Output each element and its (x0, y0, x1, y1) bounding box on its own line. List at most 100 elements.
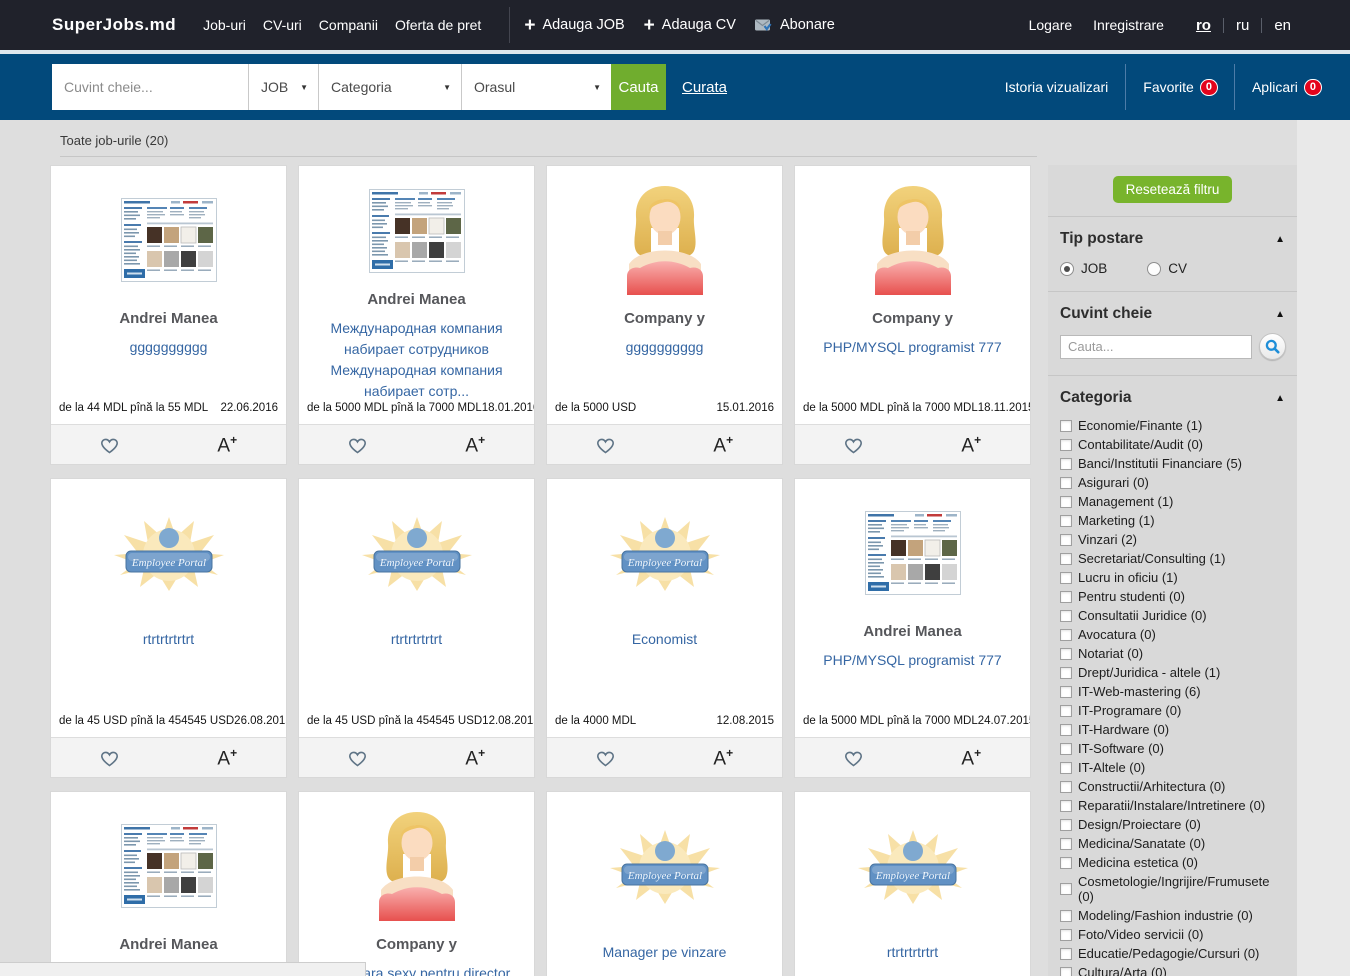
lang-en[interactable]: en (1273, 15, 1292, 36)
category-filter-item[interactable]: Cultura/Arta (0) (1060, 965, 1285, 976)
category-filter-item[interactable]: Modeling/Fashion industrie (0) (1060, 908, 1285, 923)
category-filter-item[interactable]: Marketing (1) (1060, 513, 1285, 528)
card-thumbnail[interactable] (299, 800, 534, 932)
favorite-button[interactable] (795, 738, 913, 777)
favorite-button[interactable] (299, 738, 417, 777)
checkbox-icon[interactable] (1060, 929, 1072, 941)
checkbox-icon[interactable] (1060, 743, 1072, 755)
checkbox-icon[interactable] (1060, 838, 1072, 850)
applications-link[interactable]: Aplicari 0 (1235, 79, 1338, 95)
category-filter-item[interactable]: Secretariat/Consulting (1) (1060, 551, 1285, 566)
favorites-link[interactable]: Favorite 0 (1126, 79, 1234, 95)
apply-button[interactable]: A+ (417, 425, 535, 464)
category-filter-item[interactable]: Cosmetologie/Ingrijire/Frumusete (0) (1060, 874, 1285, 904)
card-title-link[interactable]: Manager pe vinzare (547, 942, 782, 963)
category-filter-item[interactable]: IT-Hardware (0) (1060, 722, 1285, 737)
register-link[interactable]: Inregistrare (1093, 17, 1164, 33)
checkbox-icon[interactable] (1060, 572, 1072, 584)
checkbox-icon[interactable] (1060, 705, 1072, 717)
type-select[interactable]: JOB ▼ (248, 64, 318, 110)
favorite-button[interactable] (51, 425, 169, 464)
category-filter-item[interactable]: Economie/Finante (1) (1060, 418, 1285, 433)
apply-button[interactable]: A+ (169, 425, 287, 464)
checkbox-icon[interactable] (1060, 724, 1072, 736)
checkbox-icon[interactable] (1060, 910, 1072, 922)
category-filter-item[interactable]: Consultatii Juridice (0) (1060, 608, 1285, 623)
sidebar-search-input[interactable] (1060, 335, 1252, 359)
nav-item-companii[interactable]: Companii (319, 13, 378, 37)
apply-button[interactable]: A+ (665, 425, 783, 464)
login-link[interactable]: Logare (1029, 17, 1073, 33)
category-filter-item[interactable]: Asigurari (0) (1060, 475, 1285, 490)
checkbox-icon[interactable] (1060, 648, 1072, 660)
card-thumbnail[interactable]: Employee Portal (547, 800, 782, 932)
add-job-button[interactable]: + Adauga JOB (524, 16, 624, 35)
apply-button[interactable]: A+ (665, 738, 783, 777)
nav-item-oferta[interactable]: Oferta de pret (395, 13, 481, 37)
category-filter-item[interactable]: Management (1) (1060, 494, 1285, 509)
card-thumbnail[interactable]: Employee Portal (547, 487, 782, 619)
category-header[interactable]: Categoria ▲ (1060, 389, 1285, 407)
card-title-link[interactable]: rtrtrtrtrtrt (795, 942, 1030, 963)
category-filter-item[interactable]: Educatie/Pedagogie/Cursuri (0) (1060, 946, 1285, 961)
favorite-button[interactable] (51, 738, 169, 777)
apply-button[interactable]: A+ (169, 738, 287, 777)
post-type-header[interactable]: Tip postare ▲ (1060, 230, 1285, 248)
subscribe-button[interactable]: Abonare (755, 17, 835, 33)
card-thumbnail[interactable] (795, 174, 1030, 306)
checkbox-icon[interactable] (1060, 420, 1072, 432)
checkbox-icon[interactable] (1060, 629, 1072, 641)
checkbox-icon[interactable] (1060, 948, 1072, 960)
category-filter-item[interactable]: Constructii/Arhitectura (0) (1060, 779, 1285, 794)
card-thumbnail[interactable] (547, 174, 782, 306)
card-thumbnail[interactable]: Employee Portal (299, 487, 534, 619)
category-filter-item[interactable]: Medicina estetica (0) (1060, 855, 1285, 870)
city-select[interactable]: Orasul ▼ (461, 64, 611, 110)
apply-button[interactable]: A+ (913, 738, 1031, 777)
card-title-link[interactable]: rtrtrtrtrtrt (51, 629, 286, 650)
checkbox-icon[interactable] (1060, 534, 1072, 546)
reset-filter-button[interactable]: Resetează filtru (1113, 176, 1233, 203)
keyword-header[interactable]: Cuvint cheie ▲ (1060, 305, 1285, 323)
checkbox-icon[interactable] (1060, 610, 1072, 622)
clear-search-link[interactable]: Curata (682, 79, 727, 96)
checkbox-icon[interactable] (1060, 883, 1072, 895)
checkbox-icon[interactable] (1060, 857, 1072, 869)
add-cv-button[interactable]: + Adauga CV (644, 16, 736, 35)
checkbox-icon[interactable] (1060, 819, 1072, 831)
favorite-button[interactable] (795, 425, 913, 464)
apply-button[interactable]: A+ (417, 738, 535, 777)
category-filter-item[interactable]: Vinzari (2) (1060, 532, 1285, 547)
apply-button[interactable]: A+ (913, 425, 1031, 464)
card-title-link[interactable]: Международная компания набирает сотрудни… (299, 318, 534, 402)
checkbox-icon[interactable] (1060, 439, 1072, 451)
card-title-link[interactable]: rtrtrtrtrtrt (299, 629, 534, 650)
card-thumbnail[interactable] (795, 487, 1030, 619)
radio-cv[interactable]: CV (1147, 261, 1187, 276)
checkbox-icon[interactable] (1060, 515, 1072, 527)
category-filter-item[interactable]: IT-Software (0) (1060, 741, 1285, 756)
checkbox-icon[interactable] (1060, 496, 1072, 508)
search-button[interactable]: Cauta (611, 64, 666, 110)
checkbox-icon[interactable] (1060, 667, 1072, 679)
favorite-button[interactable] (547, 425, 665, 464)
view-history-link[interactable]: Istoria vizualizari (988, 79, 1125, 95)
lang-ro[interactable]: ro (1195, 15, 1212, 36)
category-filter-item[interactable]: Notariat (0) (1060, 646, 1285, 661)
category-filter-item[interactable]: Contabilitate/Audit (0) (1060, 437, 1285, 452)
radio-job[interactable]: JOB (1060, 261, 1107, 276)
site-logo[interactable]: SuperJobs.md (52, 15, 176, 35)
card-thumbnail[interactable]: Employee Portal (795, 800, 1030, 932)
checkbox-icon[interactable] (1060, 781, 1072, 793)
card-title-link[interactable]: gggggggggg (51, 337, 286, 358)
category-select[interactable]: Categoria ▼ (318, 64, 461, 110)
card-thumbnail[interactable] (299, 174, 534, 287)
checkbox-icon[interactable] (1060, 762, 1072, 774)
card-title-link[interactable]: Economist (547, 629, 782, 650)
category-filter-item[interactable]: IT-Programare (0) (1060, 703, 1285, 718)
favorite-button[interactable] (547, 738, 665, 777)
checkbox-icon[interactable] (1060, 458, 1072, 470)
sidebar-search-button[interactable] (1259, 333, 1286, 360)
category-filter-item[interactable]: Reparatii/Instalare/Intretinere (0) (1060, 798, 1285, 813)
checkbox-icon[interactable] (1060, 553, 1072, 565)
